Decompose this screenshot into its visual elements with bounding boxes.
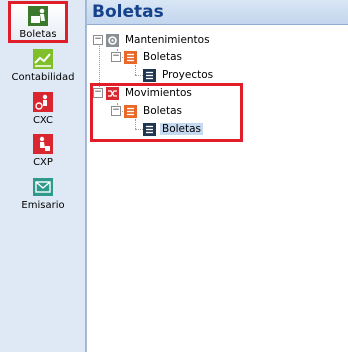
tree-connector — [135, 75, 143, 76]
tree-node-label: Proyectos — [162, 69, 214, 81]
launcher-label: CXC — [32, 115, 54, 126]
launcher-label: Boletas — [19, 29, 57, 40]
highlight-box — [90, 83, 243, 142]
tree-node-label: Boletas — [143, 51, 183, 63]
envelope-icon — [32, 176, 54, 198]
tree-node-mant-boletas[interactable]: − Boletas — [111, 48, 184, 66]
cxp-icon — [32, 133, 54, 155]
launcher-contabilidad[interactable]: Contabilidad — [0, 48, 86, 84]
tree-node-label: Mantenimientos — [125, 34, 210, 46]
tree-connector — [135, 65, 136, 75]
launcher-cxc[interactable]: CXC — [0, 91, 86, 127]
page-title: Boletas — [92, 2, 164, 22]
launcher-boletas[interactable]: Boletas — [8, 1, 68, 43]
chart-icon — [32, 48, 54, 70]
launcher-label: Contabilidad — [11, 72, 75, 83]
cxc-icon — [32, 91, 54, 113]
gear-icon — [106, 33, 119, 47]
launcher-emisario[interactable]: Emisario — [0, 176, 86, 212]
collapse-toggle[interactable]: − — [111, 52, 121, 62]
collapse-toggle[interactable]: − — [93, 35, 103, 45]
panel-header: Boletas — [87, 0, 348, 25]
list-folder-icon — [124, 50, 137, 64]
launcher-label: CXP — [33, 157, 53, 168]
main-panel: Boletas − Mantenimientos − Boletas Proye… — [86, 0, 348, 352]
launcher-label: Emisario — [21, 200, 65, 211]
tree-node-proyectos[interactable]: Proyectos — [143, 66, 215, 84]
list-icon — [143, 68, 156, 82]
launcher-cxp[interactable]: CXP — [0, 133, 86, 169]
tree-node-mantenimientos[interactable]: − Mantenimientos — [93, 31, 212, 49]
tree-view: − Mantenimientos − Boletas Proyectos − M… — [87, 25, 348, 352]
boletas-icon — [27, 5, 49, 27]
launcher-sidebar: Boletas Contabilidad CXC CXP Emisario — [0, 0, 86, 352]
